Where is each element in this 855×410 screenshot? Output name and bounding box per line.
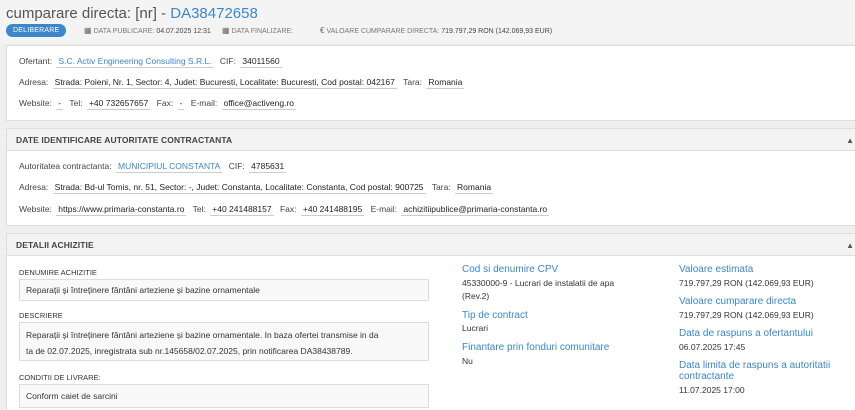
descriere-label: DESCRIERE: [19, 311, 63, 320]
direct-purchase-value: 719.797,29 RON (142.069,93 EUR): [679, 310, 814, 320]
ofertant-name-link[interactable]: S.C. Activ Engineering Consulting S.R.L.: [56, 56, 214, 68]
direct-purchase-value-label: Valoare cumparare directa: [679, 296, 797, 307]
details-section-title: DETALII ACHIZITIE: [16, 240, 94, 250]
ofertant-tel: +40 732657657: [86, 98, 151, 110]
collapse-icon[interactable]: ▲: [846, 136, 854, 145]
status-badge: DELIBERARE: [6, 24, 67, 37]
publish-date: ▦ DATA PUBLICARE: 04.07.2025 12:31: [84, 26, 211, 35]
estimated-value-label: Valoare estimata: [679, 264, 754, 275]
conditii-value: Conform caiet de sarcini: [19, 384, 429, 408]
contract-type-value: Lucrari: [462, 323, 488, 333]
authority-section-title: DATE IDENTIFICARE AUTORITATE CONTRACTANT…: [16, 135, 233, 145]
page-header: cumparare directa: [nr] - DA38472658 DEL…: [0, 0, 855, 43]
cpv-value: 45330000-9 - Lucrari de instalatii de ap…: [462, 278, 615, 301]
authority-name-link[interactable]: MUNICIPIUL CONSTANTA: [116, 161, 223, 173]
authority-tel: +40 241488157: [210, 204, 274, 216]
title-prefix: cumparare directa: [nr] -: [6, 5, 171, 22]
ofertant-address: Strada: Poieni, Nr. 1, Sector: 4, Judet:…: [52, 77, 397, 89]
authority-fax: +40 241488195: [300, 204, 365, 216]
eu-funding-value: Nu: [462, 356, 473, 366]
authority-website[interactable]: https://www.primaria-constanta.ro: [56, 204, 187, 216]
ofertant-cif: 34011560: [240, 56, 282, 68]
descriere-value: Reparații și întreținere fântâni artezie…: [19, 322, 429, 361]
ofertant-email: office@activeng.ro: [221, 98, 296, 110]
ofertant-name-row: Ofertant: S.C. Activ Engineering Consult…: [19, 56, 282, 68]
finalize-date: ▦ DATA FINALIZARE:: [222, 26, 294, 35]
ofertant-fax: -: [177, 98, 185, 110]
authority-name-row: Autoritatea contractanta: MUNICIPIUL CON…: [19, 161, 287, 173]
deadline-label: Data limita de raspuns a autoritatii con…: [679, 360, 831, 382]
calendar-icon: ▦: [222, 26, 230, 35]
authority-email: achizitiipublice@primaria-constanta.ro: [401, 204, 550, 216]
calendar-icon: ▦: [84, 26, 92, 35]
contract-type-label: Tip de contract: [462, 310, 528, 321]
authority-address-row: Adresa: Strada: Bd-ul Tomis, nr. 51, Sec…: [19, 182, 494, 194]
ofertant-contact-row: Website: - Tel: +40 732657657 Fax: - E-m…: [19, 98, 296, 110]
euro-icon: €: [320, 26, 325, 35]
ofertant-card: Ofertant: S.C. Activ Engineering Consult…: [6, 45, 855, 121]
response-date-value: 06.07.2025 17:45: [679, 342, 746, 352]
page-title: cumparare directa: [nr] - DA38472658: [6, 5, 258, 22]
authority-country: Romania: [455, 182, 494, 194]
procedure-code: DA38472658: [170, 5, 258, 22]
purchase-value: € VALOARE CUMPARARE DIRECTA: 719.797,29 R…: [320, 26, 553, 35]
estimated-value: 719.797,29 RON (142.069,93 EUR): [679, 278, 814, 288]
authority-section-header[interactable]: DATE IDENTIFICARE AUTORITATE CONTRACTANT…: [7, 129, 855, 151]
details-section-header[interactable]: DETALII ACHIZITIE ▲: [7, 234, 855, 256]
eu-funding-label: Finantare prin fonduri comunitare: [462, 342, 610, 353]
authority-card: DATE IDENTIFICARE AUTORITATE CONTRACTANT…: [6, 128, 855, 226]
deadline-value: 11.07.2025 17:00: [679, 385, 745, 395]
ofertant-address-row: Adresa: Strada: Poieni, Nr. 1, Sector: 4…: [19, 77, 465, 89]
purchase-details-card: DETALII ACHIZITIE ▲ DENUMIRE ACHIZITIE R…: [6, 233, 855, 410]
authority-contact-row: Website: https://www.primaria-constanta.…: [19, 204, 550, 216]
response-date-label: Data de raspuns a ofertantului: [679, 328, 813, 339]
authority-address: Strada: Bd-ul Tomis, nr. 51, Sector: -, …: [52, 182, 426, 194]
ofertant-country: Romania: [426, 77, 465, 89]
collapse-icon[interactable]: ▲: [846, 241, 854, 250]
ofertant-website: -: [56, 98, 64, 110]
authority-cif: 4785631: [249, 161, 287, 173]
cpv-label: Cod si denumire CPV: [462, 264, 559, 275]
denumire-label: DENUMIRE ACHIZITIE: [19, 268, 97, 277]
denumire-value: Reparații și întreținere fântâni artezie…: [19, 279, 429, 301]
conditii-label: CONDITII DE LIVRARE:: [19, 373, 101, 382]
